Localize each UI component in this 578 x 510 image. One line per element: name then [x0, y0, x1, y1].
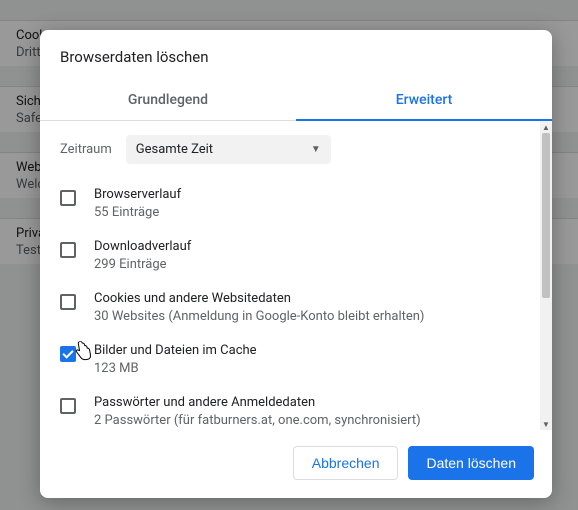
time-range-value: Gesamte Zeit — [136, 142, 213, 157]
time-range-row: Zeitraum Gesamte Zeit ▼ — [40, 121, 540, 178]
data-type-row: Bilder und Dateien im Cache123 MB — [60, 334, 520, 386]
data-type-row: Downloadverlauf299 Einträge — [60, 230, 520, 282]
data-type-checkbox[interactable] — [60, 242, 76, 258]
cancel-button[interactable]: Abbrechen — [293, 446, 399, 480]
data-type-subtitle: 2 Passwörter (für fatburners.at, one.com… — [94, 412, 520, 430]
clear-data-button[interactable]: Daten löschen — [408, 446, 534, 480]
data-type-title: Browserverlauf — [94, 186, 520, 204]
data-type-title: Downloadverlauf — [94, 238, 520, 256]
scrollbar-thumb[interactable] — [542, 133, 550, 298]
data-type-row: Browserverlauf55 Einträge — [60, 178, 520, 230]
data-type-list: Browserverlauf55 EinträgeDownloadverlauf… — [40, 178, 540, 430]
dropdown-caret-icon: ▼ — [311, 144, 321, 155]
dialog-title: Browserdaten löschen — [40, 30, 552, 80]
dialog-tabs: Grundlegend Erweitert — [40, 80, 552, 121]
data-type-row: Passwörter und andere Anmeldedaten2 Pass… — [60, 386, 520, 430]
time-range-select[interactable]: Gesamte Zeit ▼ — [126, 135, 331, 164]
data-type-title: Bilder und Dateien im Cache — [94, 342, 520, 360]
dialog-body: Zeitraum Gesamte Zeit ▼ Browserverlauf55… — [40, 121, 552, 430]
scroll-up-icon[interactable]: ▲ — [540, 121, 552, 133]
data-type-checkbox[interactable] — [60, 398, 76, 414]
data-type-row: Cookies und andere Websitedaten30 Websit… — [60, 282, 520, 334]
data-type-checkbox[interactable] — [60, 294, 76, 310]
scroll-down-icon[interactable]: ▼ — [540, 418, 552, 430]
data-type-title: Passwörter und andere Anmeldedaten — [94, 394, 520, 412]
tab-advanced[interactable]: Erweitert — [296, 80, 552, 120]
scrollbar[interactable]: ▲ ▼ — [540, 121, 552, 430]
data-type-subtitle: 123 MB — [94, 360, 520, 378]
tab-basic[interactable]: Grundlegend — [40, 80, 296, 120]
scrollbar-track[interactable] — [540, 133, 552, 418]
data-type-checkbox[interactable] — [60, 190, 76, 206]
dialog-footer: Abbrechen Daten löschen — [40, 430, 552, 498]
time-range-label: Zeitraum — [60, 142, 112, 157]
data-type-checkbox[interactable] — [60, 346, 76, 362]
data-type-title: Cookies und andere Websitedaten — [94, 290, 520, 308]
data-type-subtitle: 55 Einträge — [94, 204, 520, 222]
data-type-subtitle: 30 Websites (Anmeldung in Google-Konto b… — [94, 308, 520, 326]
clear-browsing-data-dialog: Browserdaten löschen Grundlegend Erweite… — [40, 30, 552, 498]
data-type-subtitle: 299 Einträge — [94, 256, 520, 274]
